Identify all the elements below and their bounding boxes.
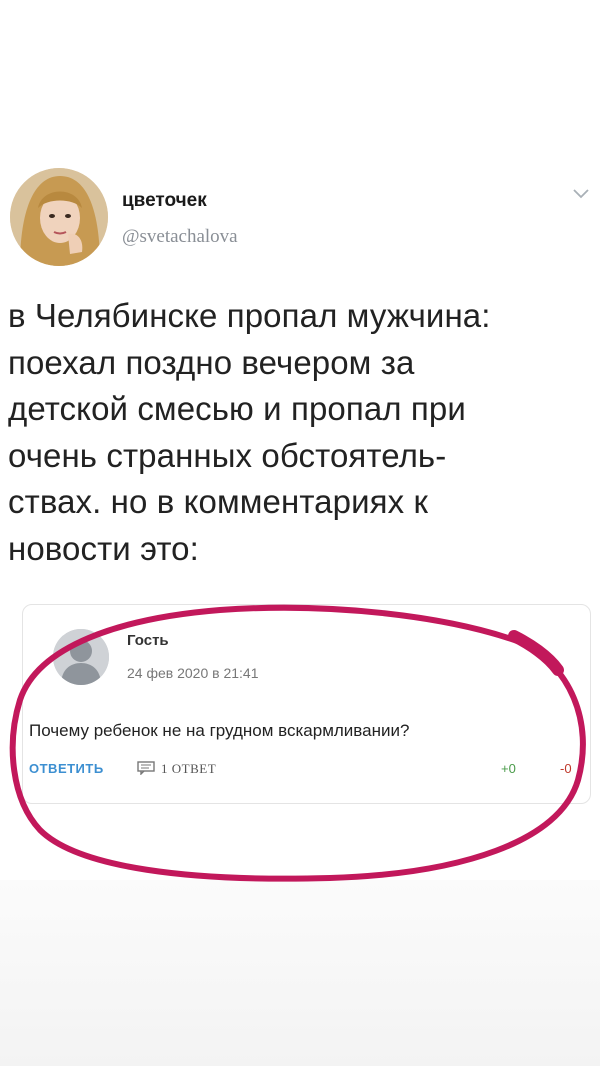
tweet-text-line: ствах. но в комментариях к: [8, 483, 428, 520]
tweet-text-line: поехал поздно вечером за: [8, 343, 415, 381]
tweet-text-line: в Челябинске пропал мужчина:: [8, 297, 491, 334]
display-name[interactable]: цветочек: [122, 190, 207, 212]
reply-button[interactable]: ОТВЕТИТЬ: [29, 761, 104, 776]
tweet-text-line: очень странных обстоятель-: [8, 436, 447, 474]
background-fade: [0, 880, 600, 1066]
tweet: цветочек @svetachalova в Челябинске проп…: [0, 0, 600, 600]
downvote-button[interactable]: -0: [560, 761, 572, 776]
chevron-down-icon[interactable]: [572, 188, 590, 200]
comment-date: 24 фев 2020 в 21:41: [127, 665, 259, 681]
tweet-text-line: детской смесью и пропал при: [8, 390, 466, 427]
comment-text: Почему ребенок не на грудном вскармливан…: [29, 721, 410, 740]
tweet-text: в Челябинске пропал мужчина: поехал позд…: [8, 293, 593, 572]
comment-icon[interactable]: [137, 761, 155, 775]
comment-author: Гость: [127, 632, 169, 649]
comment-card: Гость 24 фев 2020 в 21:41 Почему ребенок…: [22, 604, 591, 804]
user-handle[interactable]: @svetachalova: [122, 226, 238, 248]
upvote-button[interactable]: +0: [501, 761, 516, 776]
replies-count-link[interactable]: 1 ОТВЕТ: [161, 761, 216, 777]
guest-avatar-icon: [53, 629, 109, 685]
user-avatar[interactable]: [10, 168, 108, 266]
tweet-text-line: новости это:: [8, 529, 199, 567]
